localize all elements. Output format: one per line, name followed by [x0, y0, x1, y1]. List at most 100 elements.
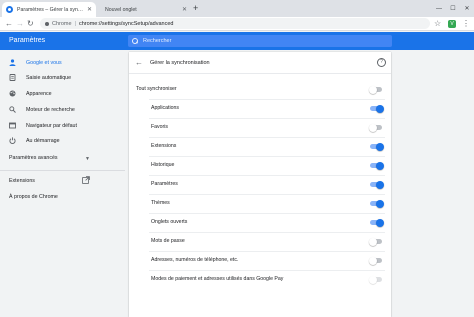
url-separator: | [74, 20, 76, 27]
new-tab-plus-icon[interactable]: + [193, 3, 198, 13]
help-icon[interactable]: ? [377, 58, 386, 67]
assignment-icon [9, 74, 16, 81]
tab-title: Nouvel onglet [105, 6, 137, 13]
settings-header: Paramètres [0, 32, 474, 50]
tab-settings[interactable]: Paramètres – Gérer la synchronisation ✕ [2, 2, 96, 17]
sync-item-label: Onglets ouverts [151, 219, 188, 225]
settings-favicon-icon [6, 6, 13, 13]
bookmark-star-icon[interactable]: ☆ [434, 19, 441, 29]
sync-item-toggle[interactable] [370, 180, 384, 189]
settings-sidebar: Google et vous Saisie automatique Appare… [0, 50, 125, 317]
sync-item-toggle[interactable] [370, 104, 384, 113]
sync-item-row: Paramètres [129, 175, 391, 194]
sync-item-row: Thèmes [129, 194, 391, 213]
sidebar-item-label: Navigateur par défaut [26, 122, 77, 129]
toggle-knob [369, 123, 377, 132]
sidebar-item-label: Saisie automatique [26, 74, 72, 81]
open-in-new-icon[interactable] [82, 176, 90, 184]
toggle-knob [376, 104, 384, 113]
sync-item-row: Onglets ouverts [129, 213, 391, 232]
sync-everything-row: Tout synchroniser [129, 80, 391, 99]
site-label: Chrome [52, 20, 72, 27]
sidebar-item-about-chrome[interactable]: À propos de Chrome [9, 194, 58, 200]
palette-icon [9, 90, 16, 97]
sync-item-label: Adresses, numéros de téléphone, etc. [151, 257, 239, 263]
person-icon [9, 59, 16, 66]
maximize-icon[interactable]: ☐ [446, 0, 460, 17]
card-header: ← Gérer la synchronisation ? [129, 52, 391, 74]
minimize-icon[interactable]: — [432, 0, 446, 17]
extension-badge[interactable]: V [448, 20, 456, 28]
sync-settings-card: ← Gérer la synchronisation ? Tout synchr… [129, 52, 391, 317]
sync-item-row: Mots de passe [129, 232, 391, 251]
sync-item-toggle[interactable] [370, 142, 384, 151]
sidebar-item-label: Apparence [26, 90, 52, 97]
sidebar-item-extensions[interactable]: Extensions [9, 178, 35, 184]
toggle-knob [376, 218, 384, 227]
sync-item-row: Favoris [129, 118, 391, 137]
search-input[interactable] [143, 38, 392, 44]
sync-item-toggle[interactable] [369, 237, 382, 246]
window-close-icon[interactable]: ✕ [460, 0, 474, 17]
sync-item-toggle[interactable] [370, 218, 384, 227]
address-bar[interactable]: Chrome | chrome://settings/syncSetup/adv… [40, 18, 430, 29]
sidebar-item-search-engine[interactable]: Moteur de recherche [0, 103, 120, 116]
back-arrow-icon[interactable]: ← [135, 58, 143, 67]
toggle-knob [369, 85, 377, 94]
sync-item-label: Extensions [151, 143, 177, 149]
sync-item-row: Extensions [129, 137, 391, 156]
toggle-knob [376, 180, 384, 189]
section-title: Gérer la synchronisation [150, 60, 210, 66]
toggle-knob [369, 275, 377, 284]
toggle-knob [376, 142, 384, 151]
sidebar-item-label: Google et vous [26, 59, 62, 66]
toggle-knob [369, 256, 377, 265]
tab-new-tab[interactable]: Nouvel onglet ✕ [97, 2, 191, 17]
sync-item-label: Mots de passe [151, 238, 185, 244]
sidebar-advanced-toggle[interactable]: Paramètres avancés [9, 155, 58, 161]
sidebar-item-label: Moteur de recherche [26, 106, 75, 113]
back-icon[interactable]: ← [5, 19, 13, 29]
tab-strip: Paramètres – Gérer la synchronisation ✕ … [0, 0, 474, 17]
sync-item-row: Adresses, numéros de téléphone, etc. [129, 251, 391, 270]
sync-item-row: Modes de paiement et adresses utilisés d… [129, 270, 391, 289]
sync-everything-toggle[interactable] [369, 85, 382, 94]
search-icon [9, 106, 16, 113]
power-icon [9, 137, 16, 144]
sidebar-item-default-browser[interactable]: Navigateur par défaut [0, 119, 120, 132]
tab-title: Paramètres – Gérer la synchronisation [17, 6, 84, 13]
sync-item-toggle[interactable] [369, 275, 382, 284]
sync-item-toggle[interactable] [370, 161, 384, 170]
sync-item-toggle[interactable] [369, 123, 382, 132]
sync-item-toggle[interactable] [370, 199, 384, 208]
sync-item-label: Applications [151, 105, 179, 111]
sidebar-item-google-and-you[interactable]: Google et vous [0, 56, 120, 69]
toggle-knob [376, 199, 384, 208]
settings-search[interactable] [128, 35, 392, 47]
sync-item-label: Modes de paiement et adresses utilisés d… [151, 276, 284, 282]
url-text: chrome://settings/syncSetup/advanced [79, 20, 174, 27]
site-info-icon[interactable] [45, 21, 49, 26]
window-controls: — ☐ ✕ [432, 0, 474, 17]
close-icon[interactable]: ✕ [87, 6, 92, 13]
sync-everything-label: Tout synchroniser [136, 86, 177, 92]
toggle-knob [376, 161, 384, 170]
sync-item-toggle[interactable] [369, 256, 382, 265]
sidebar-item-on-startup[interactable]: Au démarrage [0, 134, 120, 147]
close-icon[interactable]: ✕ [182, 6, 187, 13]
sidebar-divider [0, 170, 125, 171]
forward-icon[interactable]: → [16, 19, 24, 29]
more-menu-icon[interactable]: ⋮ [462, 19, 470, 29]
sync-item-row: Applications [129, 99, 391, 118]
search-icon [132, 38, 138, 44]
sidebar-item-appearance[interactable]: Apparence [0, 87, 120, 100]
sync-item-label: Thèmes [151, 200, 170, 206]
page-title: Paramètres [9, 37, 46, 44]
sync-item-row: Historique [129, 156, 391, 175]
sync-item-label: Paramètres [151, 181, 178, 187]
chevron-down-icon[interactable]: ▼ [85, 156, 90, 162]
sync-item-label: Favoris [151, 124, 169, 130]
reload-icon[interactable]: ↻ [27, 19, 34, 29]
sidebar-item-autofill[interactable]: Saisie automatique [0, 71, 120, 84]
sidebar-item-label: Au démarrage [26, 137, 60, 144]
